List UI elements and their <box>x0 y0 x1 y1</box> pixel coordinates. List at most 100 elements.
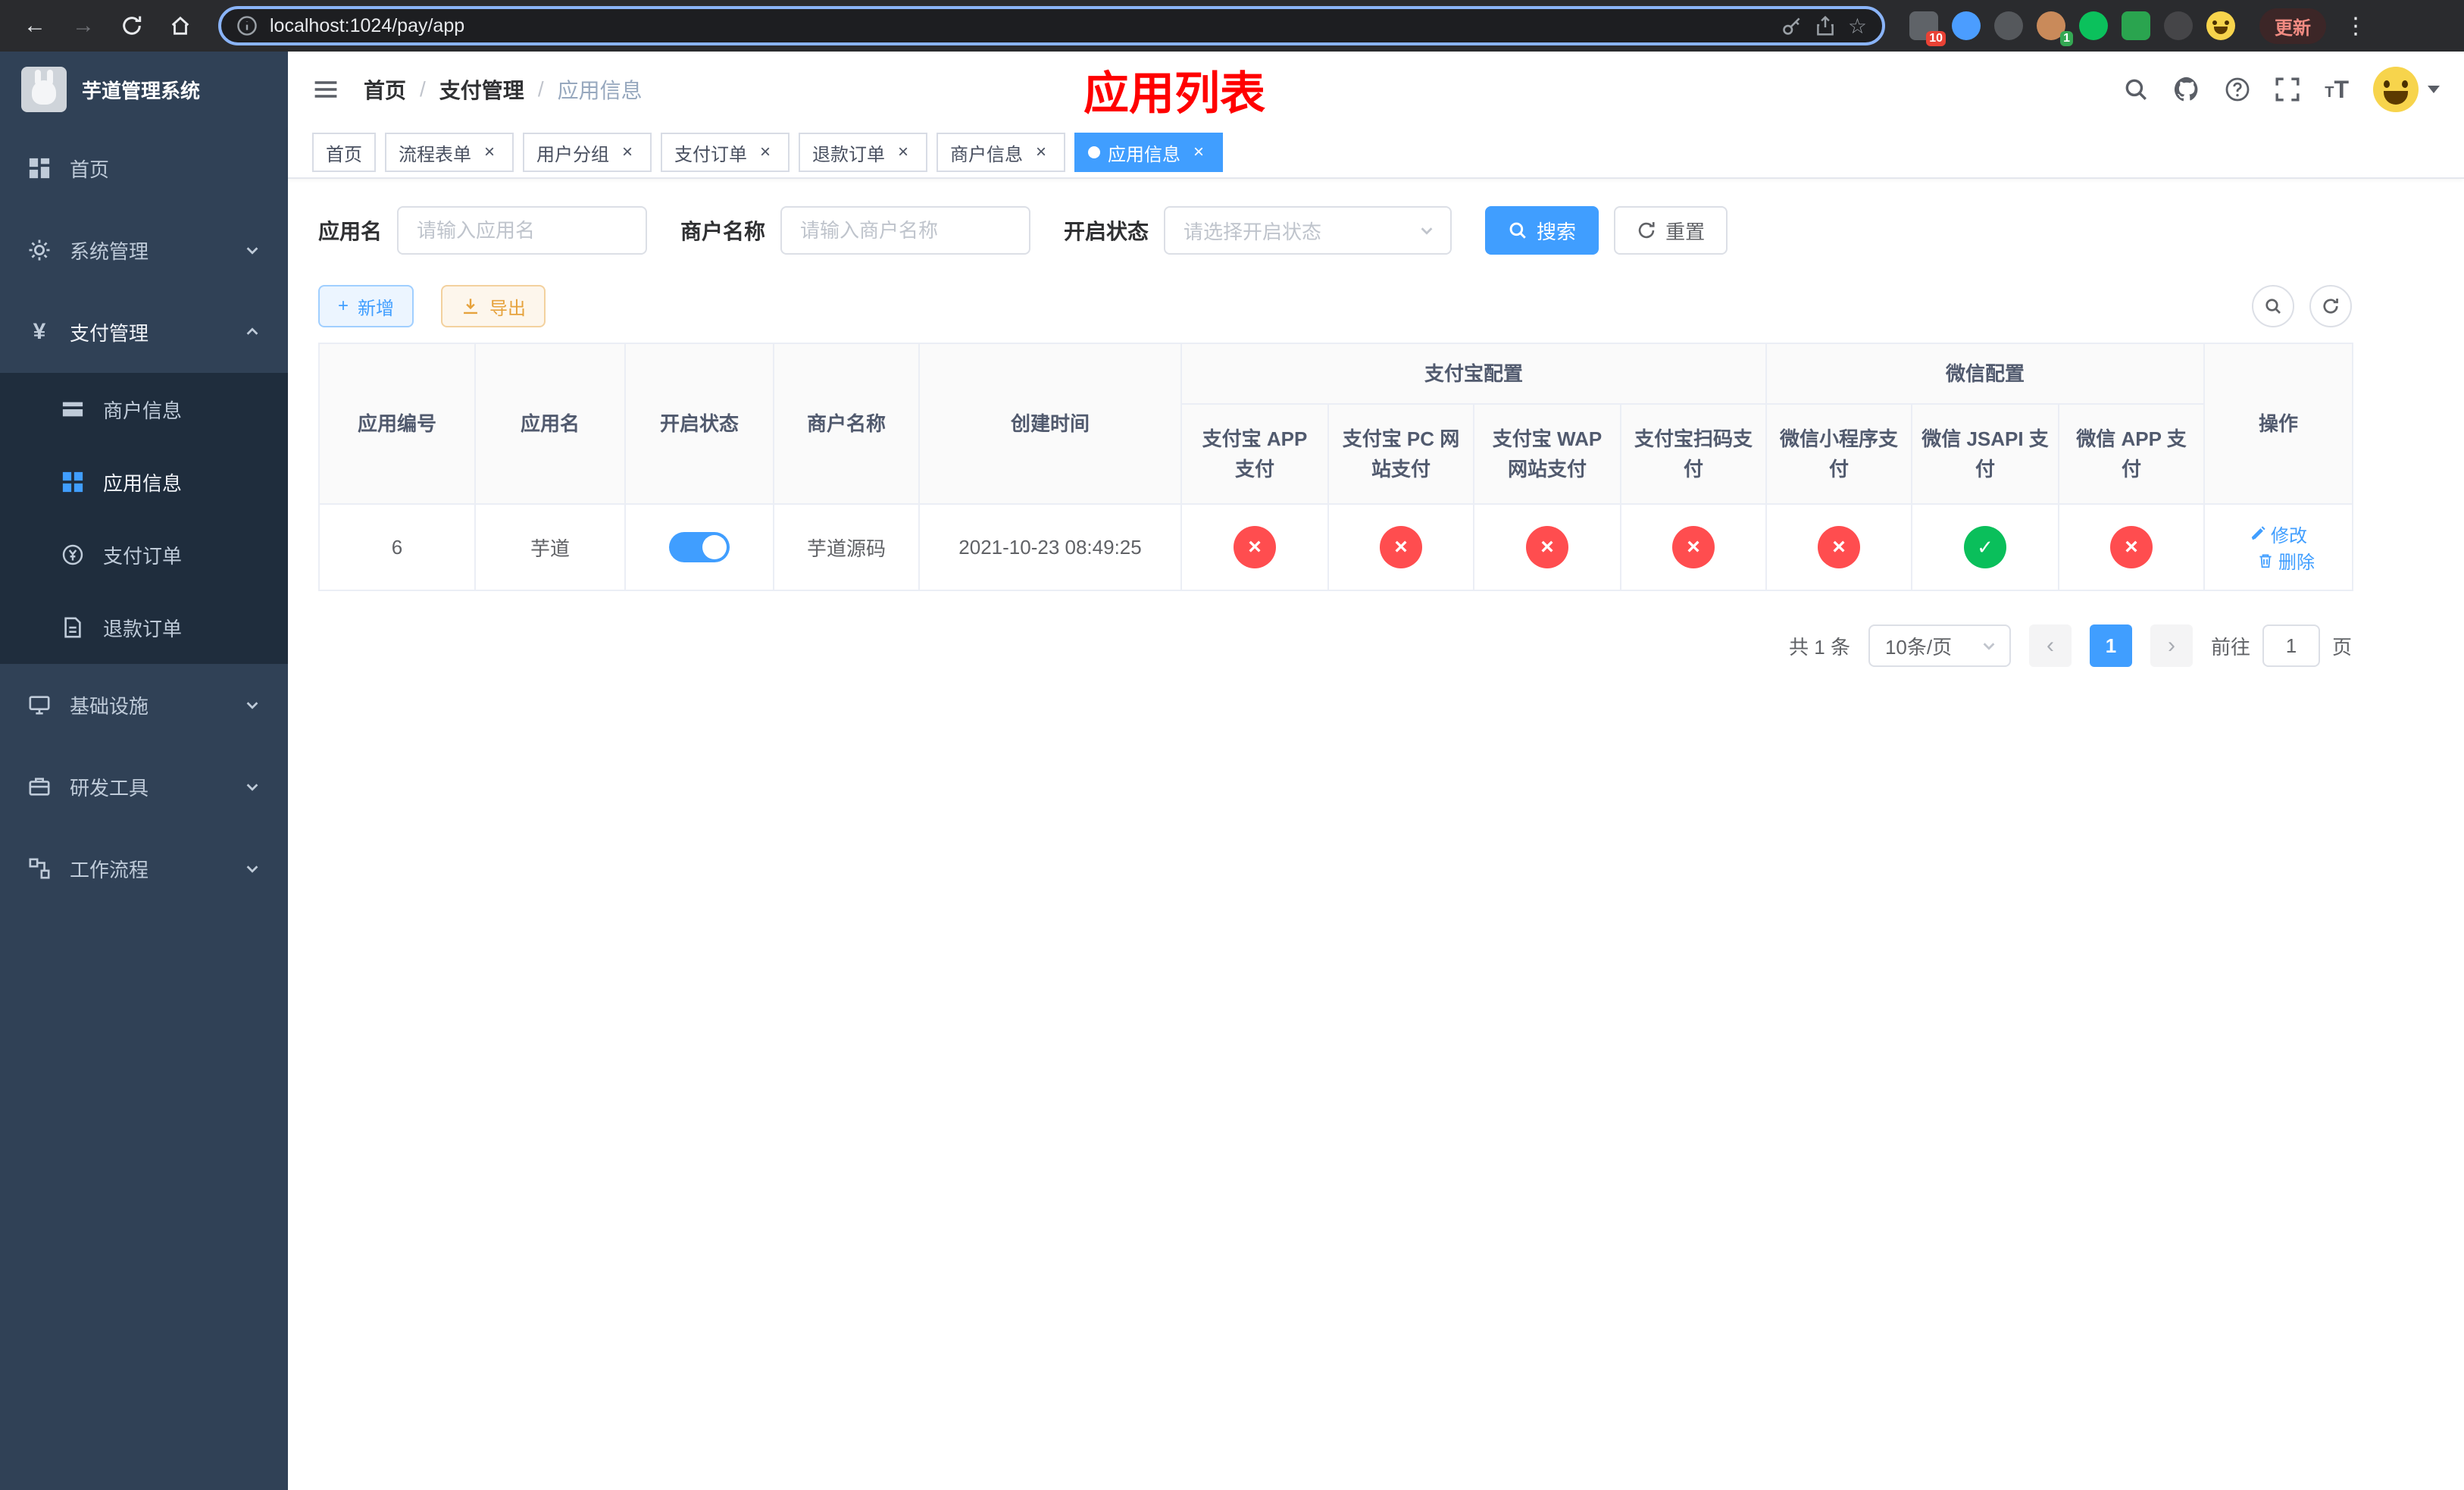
sidebar-item-label: 应用信息 <box>103 471 183 495</box>
toggle-search-button[interactable] <box>2252 285 2294 327</box>
reload-icon[interactable] <box>112 6 152 45</box>
sidebar-item-system[interactable]: 系统管理 <box>0 209 288 291</box>
cell-wx-app <box>2058 503 2206 591</box>
extension-badge: 1 <box>2060 31 2073 46</box>
page-number-1[interactable]: 1 <box>2089 624 2132 667</box>
next-page-button[interactable]: › <box>2150 624 2193 667</box>
app-name-input[interactable] <box>397 206 648 255</box>
breadcrumb-payment[interactable]: 支付管理 <box>439 74 524 105</box>
tab-user-group[interactable]: 用户分组 × <box>523 133 652 172</box>
extension-icon[interactable] <box>2122 11 2150 40</box>
tab-app-info[interactable]: 应用信息 × <box>1074 133 1223 172</box>
tab-label: 流程表单 <box>399 144 471 165</box>
tab-home[interactable]: 首页 <box>312 133 376 172</box>
share-icon[interactable] <box>1815 15 1836 36</box>
filter-label: 开启状态 <box>1064 220 1149 243</box>
close-icon[interactable]: × <box>617 142 638 163</box>
edit-label: 修改 <box>2271 525 2308 546</box>
status-select[interactable]: 请选择开启状态 <box>1164 206 1452 255</box>
grid-icon <box>61 471 85 493</box>
sidebar-item-home[interactable]: 首页 <box>0 127 288 209</box>
tab-refund-orders[interactable]: 退款订单 × <box>799 133 927 172</box>
trash-icon <box>2259 554 2272 568</box>
delete-link[interactable]: 删除 <box>2257 547 2315 574</box>
prev-page-button[interactable]: ‹ <box>2028 624 2072 667</box>
merchant-name-input[interactable] <box>780 206 1031 255</box>
pagination: 共 1 条 10条/页 ‹ 1 › 前往 页 <box>318 624 2352 667</box>
breadcrumb-home[interactable]: 首页 <box>364 74 406 105</box>
chevron-up-icon <box>244 324 261 340</box>
yen-icon: ¥ <box>33 319 46 344</box>
edit-pencil-icon <box>2251 526 2265 540</box>
bookmark-star-icon[interactable]: ☆ <box>1848 14 1867 39</box>
sidebar-item-app-info[interactable]: 应用信息 <box>0 446 288 518</box>
sidebar-item-infrastructure[interactable]: 基础设施 <box>0 664 288 746</box>
workflow-icon <box>27 857 52 880</box>
help-icon[interactable] <box>2225 77 2250 102</box>
close-icon[interactable]: × <box>755 142 776 163</box>
cell-app-id: 6 <box>318 503 476 591</box>
tab-label: 退款订单 <box>812 144 885 165</box>
export-button[interactable]: 导出 <box>441 285 546 327</box>
forward-icon[interactable]: → <box>64 6 103 45</box>
browser-menu-icon[interactable]: ⋮ <box>2335 13 2376 39</box>
sidebar-item-dev-tools[interactable]: 研发工具 <box>0 746 288 828</box>
navbar-actions: TT <box>2123 67 2440 112</box>
edit-link[interactable]: 修改 <box>2250 521 2307 547</box>
extension-icon[interactable] <box>1952 11 1981 40</box>
add-button[interactable]: + 新增 <box>318 285 414 327</box>
close-icon[interactable]: × <box>893 142 914 163</box>
status-toggle[interactable] <box>669 532 730 562</box>
home-icon[interactable] <box>161 6 200 45</box>
user-avatar[interactable] <box>2373 67 2440 112</box>
search-icon <box>2265 299 2281 314</box>
col-header-merchant: 商户名称 <box>773 343 920 505</box>
sidebar-item-payment[interactable]: ¥ 支付管理 <box>0 291 288 373</box>
tab-pay-orders[interactable]: 支付订单 × <box>661 133 790 172</box>
extension-icon[interactable] <box>1994 11 2023 40</box>
tab-merchant-info[interactable]: 商户信息 × <box>937 133 1065 172</box>
site-info-icon[interactable] <box>236 15 258 36</box>
extension-icon[interactable] <box>2164 11 2193 40</box>
password-key-icon[interactable] <box>1781 15 1803 36</box>
font-size-icon[interactable]: TT <box>2325 77 2349 102</box>
page-content: 应用名 商户名称 开启状态 请选择开启状态 <box>288 179 2464 667</box>
address-bar[interactable]: localhost:1024/pay/app ☆ <box>218 6 1885 45</box>
close-icon[interactable]: × <box>1188 142 1209 163</box>
config-status-icon <box>2110 526 2153 568</box>
add-button-label: 新增 <box>358 298 395 319</box>
goto-label: 前往 <box>2210 635 2250 659</box>
active-dot <box>1088 146 1100 158</box>
github-icon[interactable] <box>2173 76 2200 103</box>
search-button[interactable]: 搜索 <box>1485 206 1599 255</box>
cell-wx-mini <box>1765 503 1913 591</box>
filter-label: 商户名称 <box>680 220 766 243</box>
back-icon[interactable]: ← <box>15 6 55 45</box>
close-icon[interactable]: × <box>1030 142 1052 163</box>
sidebar-logo[interactable]: 芋道管理系统 <box>0 52 288 127</box>
refresh-table-button[interactable] <box>2309 285 2352 327</box>
plus-icon: + <box>338 296 349 316</box>
search-icon[interactable] <box>2123 77 2149 102</box>
goto-unit-label: 页 <box>2331 635 2352 659</box>
extension-avatar-icon[interactable]: 1 <box>2037 11 2073 46</box>
goto-page-input[interactable] <box>2262 624 2320 667</box>
sidebar-item-refund-orders[interactable]: 退款订单 <box>0 591 288 664</box>
extension-icon[interactable] <box>2079 11 2108 40</box>
select-placeholder: 请选择开启状态 <box>1184 220 1322 243</box>
close-icon[interactable]: × <box>479 142 500 163</box>
tab-process-form[interactable]: 流程表单 × <box>385 133 514 172</box>
page-size-select[interactable]: 10条/页 <box>1868 624 2011 667</box>
extension-icon[interactable]: 10 <box>1909 11 1946 46</box>
fullscreen-icon[interactable] <box>2275 77 2300 102</box>
browser-update-button[interactable]: 更新 <box>2259 8 2326 44</box>
refresh-icon <box>2323 298 2338 314</box>
profile-avatar-icon[interactable] <box>2206 11 2235 40</box>
hamburger-icon[interactable] <box>312 76 339 103</box>
sidebar-item-pay-orders[interactable]: 支付订单 <box>0 518 288 591</box>
reset-button[interactable]: 重置 <box>1614 206 1728 255</box>
url-text[interactable]: localhost:1024/pay/app <box>270 15 1769 37</box>
sidebar-item-label: 基础设施 <box>70 694 149 718</box>
sidebar-item-merchant-info[interactable]: 商户信息 <box>0 373 288 446</box>
sidebar-item-workflow[interactable]: 工作流程 <box>0 828 288 909</box>
